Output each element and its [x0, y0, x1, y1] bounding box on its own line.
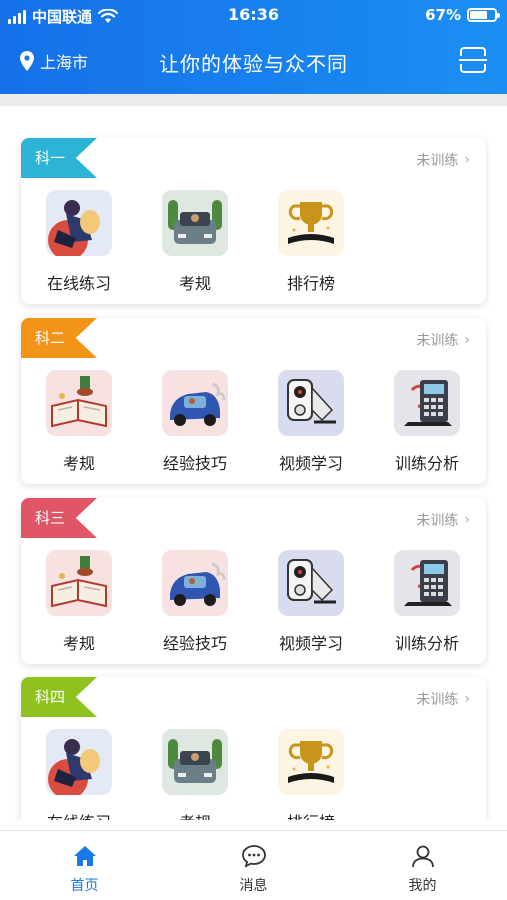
feature-label: 考规: [62, 454, 95, 473]
section-card-ke2: 科二 未训练 › 考规 经验技巧 视频学习 训练分析: [21, 318, 486, 484]
chevron-right-icon: ›: [464, 152, 470, 168]
feature-label: 经验技巧: [162, 454, 227, 473]
header-divider: [0, 94, 507, 106]
app-header: 中国联通 16:36 67% 上海市 让你的体验与众不同: [0, 0, 507, 94]
message-icon: [241, 845, 266, 868]
camera-icon: [278, 550, 344, 616]
subjects-list: 科一 未训练 › 在线练习 考规 排行榜 科二 未训练 › 考规 经验技巧 视频…: [0, 106, 507, 820]
calculator-icon: [394, 550, 460, 616]
feature-item[interactable]: 视频学习: [253, 550, 369, 654]
calculator-icon: [394, 370, 460, 436]
rulebook-icon: [46, 370, 112, 436]
section-tag: 科三: [21, 498, 97, 538]
car-driving-icon: [162, 550, 228, 616]
section-card-ke1: 科一 未训练 › 在线练习 考规 排行榜: [21, 138, 486, 304]
tab-label: 消息: [239, 878, 268, 894]
feature-item[interactable]: 排行榜: [253, 190, 369, 294]
tab-profile[interactable]: 我的: [338, 831, 507, 900]
tab-home[interactable]: 首页: [0, 831, 169, 900]
chevron-right-icon: ›: [464, 512, 470, 528]
training-status: 未训练: [416, 333, 459, 349]
chevron-right-icon: ›: [464, 691, 470, 707]
feature-item[interactable]: 排行榜: [253, 729, 369, 820]
feature-label: 经验技巧: [162, 634, 227, 653]
feature-label: 视频学习: [278, 454, 343, 473]
feature-item[interactable]: 在线练习: [21, 190, 137, 294]
rulebook-icon: [46, 550, 112, 616]
training-status-link[interactable]: 未训练 ›: [416, 689, 470, 709]
nav-bar: 上海市 让你的体验与众不同: [0, 36, 507, 86]
battery-percent: 67%: [425, 6, 461, 24]
reading-girl-icon: [46, 729, 112, 795]
tab-label: 首页: [70, 878, 99, 894]
feature-label: 排行榜: [287, 809, 335, 820]
camera-icon: [278, 370, 344, 436]
car-road-icon: [162, 729, 228, 795]
feature-label: 训练分析: [394, 634, 459, 653]
feature-label: 视频学习: [278, 634, 343, 653]
battery-icon: [467, 8, 500, 22]
user-icon: [411, 845, 434, 868]
training-status: 未训练: [416, 513, 459, 529]
car-driving-icon: [162, 370, 228, 436]
feature-item[interactable]: 训练分析: [369, 550, 485, 654]
section-tag: 科一: [21, 138, 97, 178]
home-icon: [73, 846, 96, 866]
training-status-link[interactable]: 未训练 ›: [416, 330, 470, 350]
feature-item[interactable]: 考规: [137, 190, 253, 294]
feature-item[interactable]: 考规: [21, 550, 137, 654]
feature-label: 考规: [62, 634, 95, 653]
feature-item[interactable]: 经验技巧: [137, 550, 253, 654]
tab-label: 我的: [408, 878, 437, 894]
feature-item[interactable]: 在线练习: [21, 729, 137, 820]
feature-item[interactable]: 考规: [137, 729, 253, 820]
bottom-tab-bar: 首页 消息 我的: [0, 830, 507, 900]
training-status: 未训练: [416, 153, 459, 169]
reading-girl-icon: [46, 190, 112, 256]
feature-label: 排行榜: [286, 274, 335, 293]
feature-label: 在线练习: [46, 274, 111, 293]
chevron-right-icon: ›: [464, 332, 470, 348]
feature-label: 训练分析: [394, 454, 459, 473]
car-road-icon: [162, 190, 228, 256]
battery-level: [470, 11, 488, 19]
feature-item[interactable]: 经验技巧: [137, 370, 253, 474]
feature-item[interactable]: 考规: [21, 370, 137, 474]
section-card-ke3: 科三 未训练 › 考规 经验技巧 视频学习 训练分析: [21, 498, 486, 664]
training-status: 未训练: [416, 692, 459, 708]
section-card-ke4: 科四 未训练 › 在线练习 考规 排行榜: [21, 677, 486, 820]
training-status-link[interactable]: 未训练 ›: [416, 510, 470, 530]
trophy-icon: [278, 729, 344, 795]
feature-item[interactable]: 训练分析: [369, 370, 485, 474]
feature-label: 考规: [179, 809, 211, 820]
section-tag: 科四: [21, 677, 97, 717]
scan-icon[interactable]: [459, 47, 487, 73]
feature-label: 在线练习: [47, 809, 111, 820]
training-status-link[interactable]: 未训练 ›: [416, 150, 470, 170]
tab-messages[interactable]: 消息: [169, 831, 338, 900]
feature-label: 考规: [178, 274, 211, 293]
feature-item[interactable]: 视频学习: [253, 370, 369, 474]
page-title: 让你的体验与众不同: [159, 52, 348, 76]
section-tag: 科二: [21, 318, 97, 358]
trophy-icon: [278, 190, 344, 256]
status-right: 67%: [425, 6, 500, 24]
status-bar: 中国联通 16:36 67%: [0, 0, 507, 30]
